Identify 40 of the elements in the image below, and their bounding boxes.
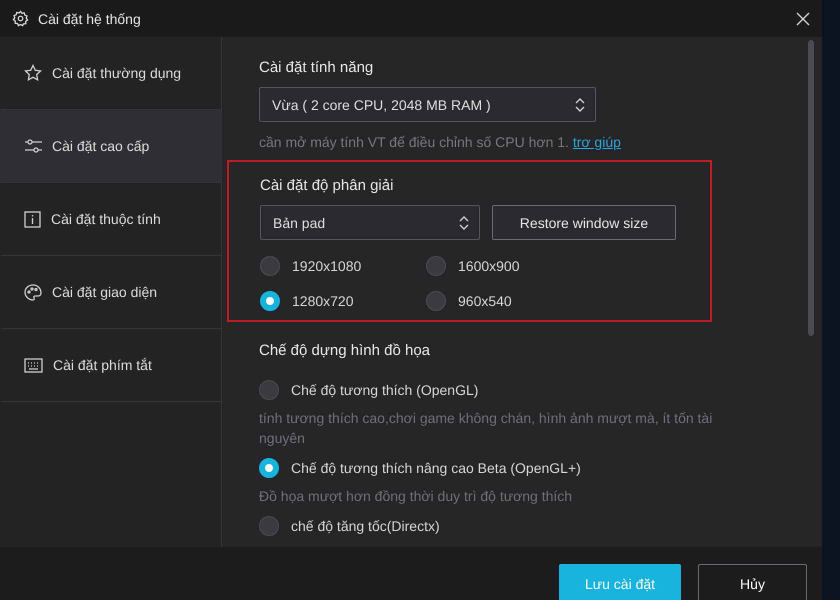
hint-text: cần mở máy tính VT để điều chỉnh số CPU hơn 1. trơ giúp — [259, 133, 622, 152]
close-icon[interactable] — [796, 12, 810, 26]
star-icon — [24, 64, 42, 82]
sliders-icon — [24, 138, 42, 154]
sidebar-item[interactable]: Cài đặt cao cấp — [0, 110, 221, 183]
info-icon — [24, 210, 41, 228]
radio-label: 960x540 — [458, 293, 512, 309]
section-title: Chế độ dựng hình đồ họa — [259, 342, 432, 359]
restore-button[interactable]: Restore window size — [492, 205, 676, 240]
radio-button[interactable] — [260, 256, 280, 276]
up-down-chevron-icon — [459, 214, 469, 230]
resolution-select[interactable]: Bản pad — [260, 205, 480, 240]
radio-button[interactable] — [259, 458, 279, 478]
radio-label: chế độ tăng tốc(Directx) — [291, 518, 440, 534]
radio-button[interactable] — [259, 516, 279, 536]
scrollbar-thumb[interactable] — [808, 40, 814, 336]
performance-select[interactable]: Vừa ( 2 core CPU, 2048 MB RAM ) — [259, 87, 596, 122]
palette-icon — [24, 284, 42, 300]
up-down-chevron-icon — [575, 96, 585, 112]
window-title: Cài đặt hệ thống — [38, 10, 142, 26]
section-title: Cài đặt tính năng — [259, 59, 374, 76]
help-link[interactable]: trơ giúp — [572, 134, 621, 150]
radio-label: 1280x720 — [292, 293, 354, 309]
radio-label: Chế độ tương thích nâng cao Beta (OpenGL+) — [291, 460, 581, 476]
settings-icon — [12, 10, 29, 27]
option-description: Đồ họa mượt hơn đồng thời duy trì độ tương thích — [259, 487, 574, 506]
radio-button[interactable] — [426, 291, 446, 311]
sidebar-item[interactable]: Cài đặt phím tắt — [0, 329, 221, 402]
cancel-button[interactable]: Hủy — [698, 564, 807, 600]
radio-label: 1600x900 — [458, 258, 520, 274]
section-title: Cài đặt độ phân giải — [260, 177, 394, 194]
radio-label: Chế độ tương thích (OpenGL) — [291, 382, 478, 398]
sidebar-item[interactable]: Cài đặt giao diện — [0, 256, 221, 329]
keyboard-icon — [24, 358, 43, 372]
radio-button[interactable] — [259, 380, 279, 400]
option-description: tính tương thích cao,chơi game không chán, hình ảnh mượt mà, ít tốn tài nguyên — [259, 409, 714, 448]
sidebar-item[interactable]: Cài đặt thuộc tính — [0, 183, 221, 256]
radio-label: 1920x1080 — [292, 258, 362, 274]
radio-button[interactable] — [260, 291, 280, 311]
radio-button[interactable] — [426, 256, 446, 276]
